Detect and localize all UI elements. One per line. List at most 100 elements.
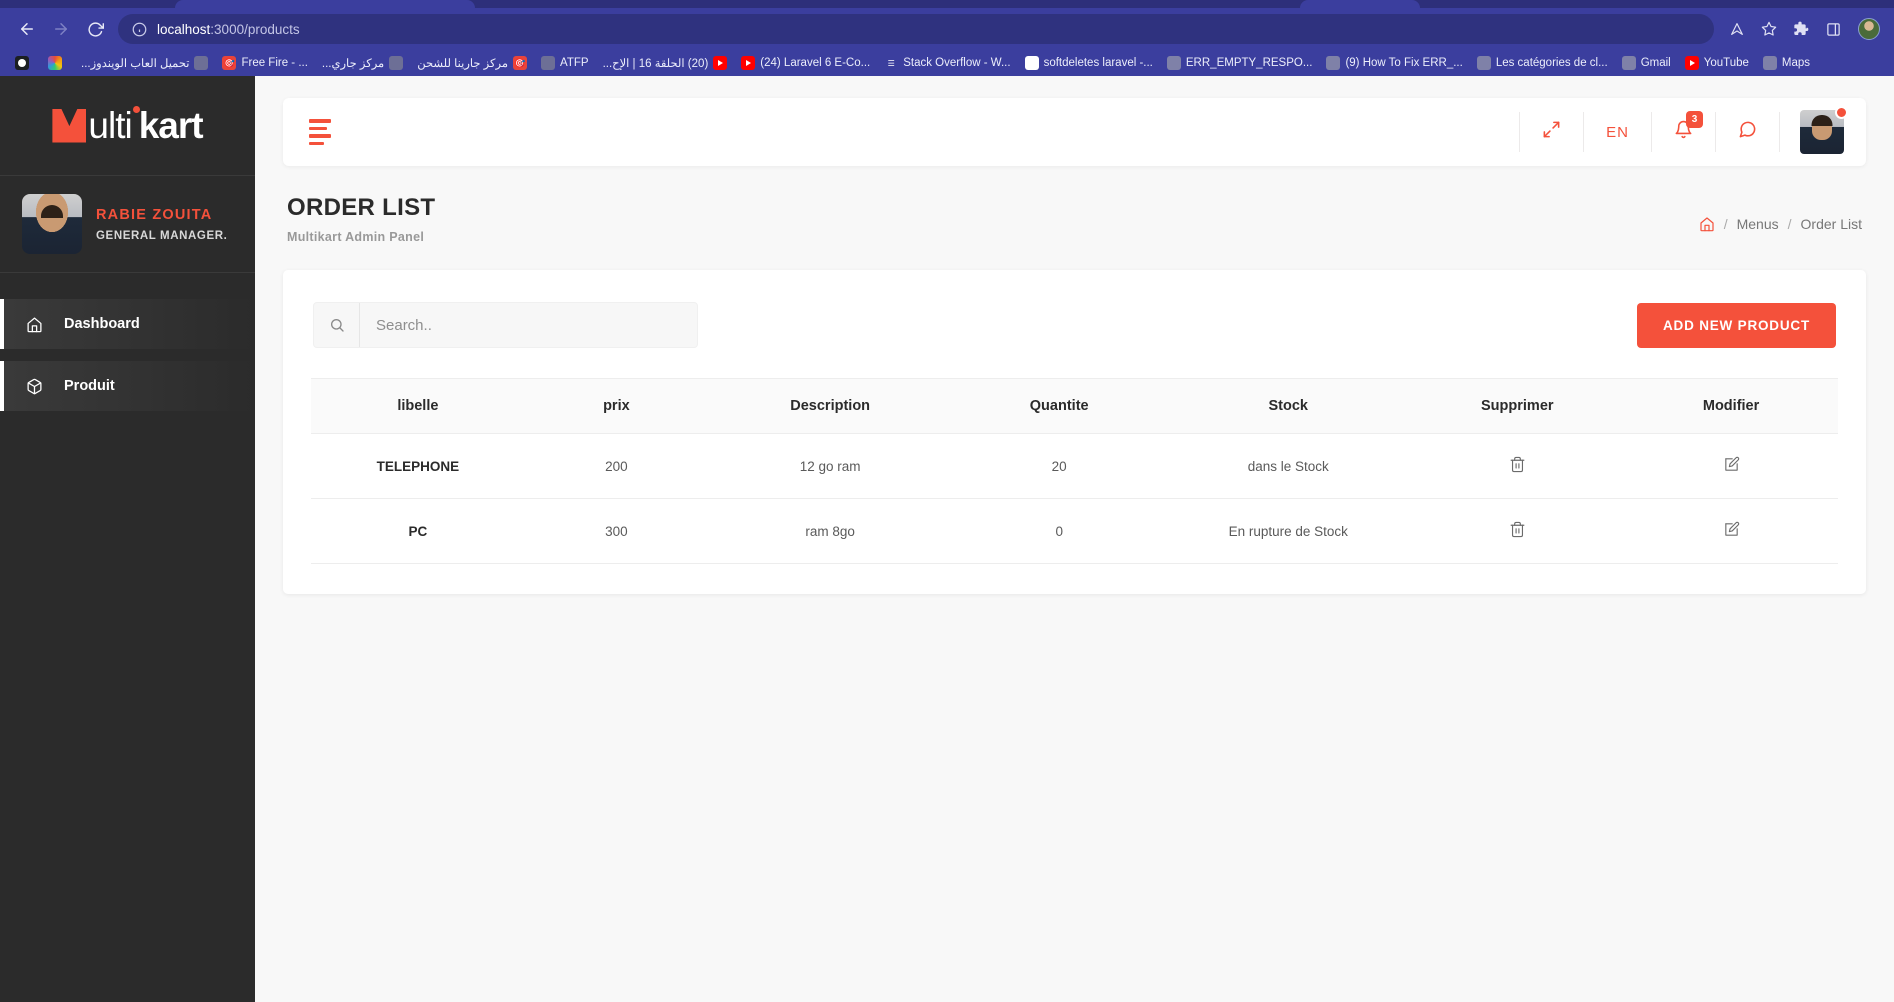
bookmark-label: مركز جارينا للشحن <box>417 58 509 70</box>
sidebar-item-dashboard[interactable]: Dashboard <box>0 299 255 349</box>
rainbow-icon <box>48 56 62 70</box>
avatar <box>22 194 82 254</box>
bookmark-label: مركز جاري... <box>321 58 385 70</box>
cell-description: ram 8go <box>708 498 953 564</box>
bookmark-item[interactable]: مركز جاري... <box>315 54 410 72</box>
globe-gray-icon <box>1166 56 1181 70</box>
search-box[interactable] <box>313 302 698 348</box>
browser-toolbar: localhost:3000/products <box>0 8 1894 50</box>
user-name: RABIE ZOUITA <box>96 206 213 223</box>
table-head: libelle prix Description Quantite Stock … <box>311 378 1838 434</box>
table-row: PC 300 ram 8go 0 En rupture de Stock <box>311 498 1838 564</box>
bookmark-item[interactable]: تحميل العاب الويندوز... <box>74 54 215 72</box>
youtube-icon <box>713 56 728 70</box>
bookmark-label: تحميل العاب الويندوز... <box>81 58 190 70</box>
sidebar-item-produit[interactable]: Produit <box>0 361 255 411</box>
language-label: EN <box>1606 123 1629 141</box>
bookmark-item[interactable]: ERR_EMPTY_RESPO... <box>1160 54 1320 72</box>
fullscreen-button[interactable] <box>1519 112 1585 152</box>
github-icon <box>15 56 29 70</box>
bookmark-item[interactable]: ☰ Stack Overflow - W... <box>877 54 1017 72</box>
back-arrow-icon[interactable] <box>10 12 44 46</box>
bookmark-label: (9) How To Fix ERR_... <box>1345 57 1463 69</box>
breadcrumb-item-menus[interactable]: Menus <box>1737 216 1779 232</box>
bookmark-label: Stack Overflow - W... <box>903 57 1011 69</box>
cell-quantite: 0 <box>952 498 1167 564</box>
delete-button[interactable] <box>1509 521 1526 541</box>
profile-menu[interactable] <box>1800 106 1848 154</box>
globe-gray-icon <box>1621 56 1636 70</box>
cell-supprimer <box>1410 498 1625 564</box>
messages-button[interactable] <box>1716 112 1780 152</box>
bookmark-label: Gmail <box>1640 57 1671 69</box>
globe-gray-icon <box>1762 56 1777 70</box>
site-info-icon[interactable] <box>132 22 147 37</box>
column-header-prix[interactable]: prix <box>524 378 708 434</box>
home-icon[interactable] <box>1699 216 1715 232</box>
breadcrumb-separator: / <box>1723 216 1728 232</box>
bookmark-item[interactable]: مركز جارينا للشحن <box>410 54 534 72</box>
language-switcher[interactable]: EN <box>1584 112 1652 152</box>
address-bar[interactable]: localhost:3000/products <box>118 14 1714 44</box>
reload-icon[interactable] <box>78 12 112 46</box>
bookmark-item[interactable]: (24) Laravel 6 E-Co... <box>734 54 877 72</box>
bookmark-item[interactable] <box>41 54 74 72</box>
chat-bubble-icon <box>1738 120 1757 144</box>
bookmark-item[interactable]: Free Fire - ... <box>215 54 314 72</box>
bookmark-item[interactable]: YouTube <box>1678 54 1756 72</box>
column-header-supprimer[interactable]: Supprimer <box>1410 378 1625 434</box>
notifications-button[interactable]: 3 <box>1652 111 1716 152</box>
bookmark-item[interactable]: Les catégories de cl... <box>1470 54 1615 72</box>
logo-text-light: ulti <box>88 104 132 146</box>
delete-button[interactable] <box>1509 456 1526 476</box>
bookmark-item[interactable]: (9) How To Fix ERR_... <box>1319 54 1469 72</box>
column-header-libelle[interactable]: libelle <box>311 378 525 434</box>
bookmark-item[interactable]: Gsoftdeletes laravel -... <box>1018 54 1160 72</box>
add-new-product-button[interactable]: ADD NEW PRODUCT <box>1637 302 1836 348</box>
bookmark-label: Maps <box>1781 57 1811 69</box>
search-input[interactable] <box>360 303 697 347</box>
side-panel-icon[interactable] <box>1818 14 1848 44</box>
bookmark-label: YouTube <box>1703 57 1749 69</box>
share-icon[interactable] <box>1722 14 1752 44</box>
cell-libelle: PC <box>311 498 525 564</box>
sidebar-toggle-icon[interactable] <box>309 119 331 145</box>
globe-icon <box>194 56 209 70</box>
app-header: EN 3 <box>283 98 1866 166</box>
bookmark-item[interactable]: (20) الحلقة 16 | الإح... <box>596 54 735 72</box>
column-header-modifier[interactable]: Modifier <box>1624 378 1838 434</box>
extensions-puzzle-icon[interactable] <box>1786 14 1816 44</box>
column-header-description[interactable]: Description <box>708 378 953 434</box>
sidebar-user-profile[interactable]: RABIE ZOUITA GENERAL MANAGER. <box>0 176 255 273</box>
globe-icon <box>389 56 404 70</box>
column-header-quantite[interactable]: Quantite <box>952 378 1167 434</box>
bookmark-item[interactable]: Maps <box>1756 54 1817 72</box>
bookmark-label: Free Fire - ... <box>241 57 308 69</box>
sidebar-item-label: Produit <box>64 378 115 394</box>
bookmark-item[interactable]: ATFP <box>534 54 596 72</box>
cell-quantite: 20 <box>952 433 1167 499</box>
bookmark-label: softdeletes laravel -... <box>1043 57 1153 69</box>
globe-gray-icon <box>1476 56 1491 70</box>
background-tab[interactable] <box>1300 0 1420 8</box>
bookmark-label: ATFP <box>560 57 589 69</box>
cell-description: 12 go ram <box>708 433 953 499</box>
browser-profile-avatar[interactable] <box>1858 18 1880 40</box>
bookmark-star-icon[interactable] <box>1754 14 1784 44</box>
edit-button[interactable] <box>1723 521 1740 541</box>
browser-toolbar-actions <box>1722 14 1884 44</box>
edit-button[interactable] <box>1723 456 1740 476</box>
bookmark-label: (20) الحلقة 16 | الإح... <box>602 58 709 70</box>
breadcrumb-item-current: Order List <box>1800 216 1862 232</box>
bookmark-item[interactable] <box>8 54 41 72</box>
expand-arrows-icon <box>1542 120 1561 144</box>
brand-logo[interactable]: ulti kart <box>0 76 255 176</box>
edit-pencil-icon <box>1723 456 1740 476</box>
bookmark-item[interactable]: Gmail <box>1615 54 1678 72</box>
cell-stock: dans le Stock <box>1166 433 1411 499</box>
order-list-card: ADD NEW PRODUCT libelle prix Description… <box>283 270 1866 594</box>
globe-icon <box>541 56 556 70</box>
column-header-stock[interactable]: Stock <box>1166 378 1411 434</box>
active-tab[interactable] <box>175 0 475 8</box>
header-actions: EN 3 <box>1519 98 1848 166</box>
